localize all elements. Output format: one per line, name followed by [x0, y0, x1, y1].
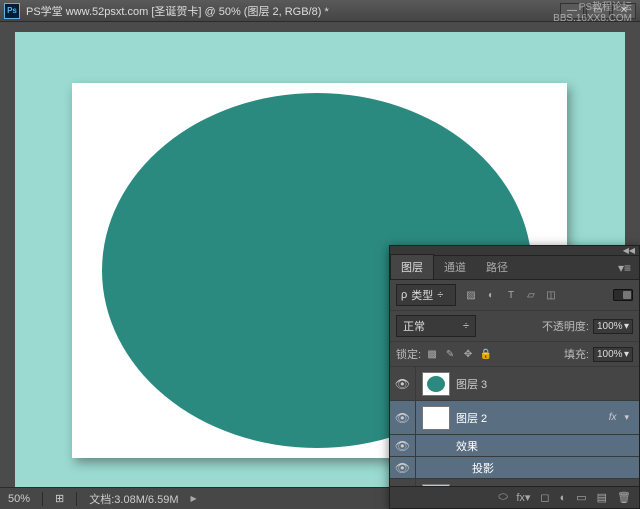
close-button[interactable]: ✕ — [612, 3, 636, 19]
minimize-button[interactable]: ― — [560, 3, 584, 19]
layer-effect-item[interactable]: 👁 投影 — [390, 457, 639, 479]
lock-label: 锁定: — [396, 346, 421, 362]
filter-adjust-icon[interactable]: ◐ — [484, 288, 498, 302]
filter-toggle[interactable] — [613, 289, 633, 301]
expand-fx-icon[interactable]: ▾ — [620, 412, 633, 423]
visibility-icon[interactable]: 👁 — [390, 479, 416, 486]
doc-info[interactable]: 文档:3.08M/6.59M — [89, 491, 178, 507]
adjustment-icon[interactable]: ◐ — [560, 492, 567, 504]
visibility-icon[interactable]: 👁 — [390, 457, 416, 478]
layer-item-selected[interactable]: 👁 图层 2 fx ▾ — [390, 401, 639, 435]
layer-thumbnail[interactable] — [422, 484, 450, 487]
fill-label: 填充: — [564, 346, 589, 362]
title-bar: Ps PS学堂 www.52psxt.com [圣诞贺卡] @ 50% (图层 … — [0, 0, 640, 22]
tab-paths[interactable]: 路径 — [476, 255, 518, 279]
panel-menu-icon[interactable]: ▾≡ — [610, 257, 639, 279]
mask-icon[interactable]: ◻ — [540, 491, 549, 504]
lock-position-icon[interactable]: ✥ — [461, 347, 475, 361]
maximize-button[interactable]: ▭ — [586, 3, 610, 19]
lock-all-icon[interactable]: 🔒 — [479, 347, 493, 361]
status-icon[interactable]: ⊞ — [55, 492, 64, 505]
group-icon[interactable]: ▭ — [576, 491, 586, 504]
layer-list: 👁 图层 3 👁 图层 2 fx ▾ 👁 效果 👁 投影 👁 图层 1 — [390, 367, 639, 486]
effect-label: 效果 — [416, 438, 639, 454]
layer-thumbnail[interactable] — [422, 406, 450, 430]
blend-row: 正常÷ 不透明度: 100%▾ — [390, 311, 639, 342]
visibility-icon[interactable]: 👁 — [390, 401, 416, 434]
lock-row: 锁定: ▩ ✎ ✥ 🔒 填充: 100%▾ — [390, 342, 639, 367]
layer-name[interactable]: 图层 2 — [456, 410, 605, 426]
panel-footer: ⬭ fx▾ ◻ ◐ ▭ ▤ 🗑 — [390, 486, 639, 508]
layer-effect-group[interactable]: 👁 效果 — [390, 435, 639, 457]
lock-paint-icon[interactable]: ✎ — [443, 347, 457, 361]
effect-label: 投影 — [416, 460, 639, 476]
filter-shape-icon[interactable]: ▱ — [524, 288, 538, 302]
layer-item[interactable]: 👁 图层 1 — [390, 479, 639, 486]
opacity-label: 不透明度: — [542, 318, 589, 334]
tab-layers[interactable]: 图层 — [390, 254, 434, 279]
panel-tabs: 图层 通道 路径 ▾≡ — [390, 256, 639, 280]
lock-transparent-icon[interactable]: ▩ — [425, 347, 439, 361]
layer-thumbnail[interactable] — [422, 372, 450, 396]
opacity-input[interactable]: 100%▾ — [593, 319, 633, 334]
filter-smart-icon[interactable]: ◫ — [544, 288, 558, 302]
fx-menu-icon[interactable]: fx▾ — [516, 491, 530, 504]
visibility-icon[interactable]: 👁 — [390, 367, 416, 400]
layer-name[interactable]: 图层 3 — [456, 376, 633, 392]
delete-icon[interactable]: 🗑 — [617, 491, 631, 504]
filter-pixel-icon[interactable]: ▨ — [464, 288, 478, 302]
visibility-icon[interactable]: 👁 — [390, 435, 416, 456]
app-logo: Ps — [4, 3, 20, 19]
layer-item[interactable]: 👁 图层 3 — [390, 367, 639, 401]
fx-badge[interactable]: fx — [605, 412, 621, 423]
new-layer-icon[interactable]: ▤ — [597, 491, 607, 504]
zoom-level[interactable]: 50% — [8, 493, 30, 505]
layers-panel: ◀◀ 图层 通道 路径 ▾≡ ρ类型÷ ▨ ◐ T ▱ ◫ 正常÷ 不透明度: … — [389, 245, 640, 509]
blend-mode-select[interactable]: 正常÷ — [396, 315, 476, 337]
fill-input[interactable]: 100%▾ — [593, 347, 633, 362]
collapse-icon[interactable]: ◀◀ — [623, 246, 635, 255]
doc-info-menu[interactable]: ▶ — [191, 494, 197, 503]
filter-kind-select[interactable]: ρ类型÷ — [396, 284, 456, 306]
link-layers-icon[interactable]: ⬭ — [498, 491, 506, 504]
filter-row: ρ类型÷ ▨ ◐ T ▱ ◫ — [390, 280, 639, 311]
filter-type-icon[interactable]: T — [504, 288, 518, 302]
document-title: PS学堂 www.52psxt.com [圣诞贺卡] @ 50% (图层 2, … — [26, 3, 560, 19]
tab-channels[interactable]: 通道 — [434, 255, 476, 279]
